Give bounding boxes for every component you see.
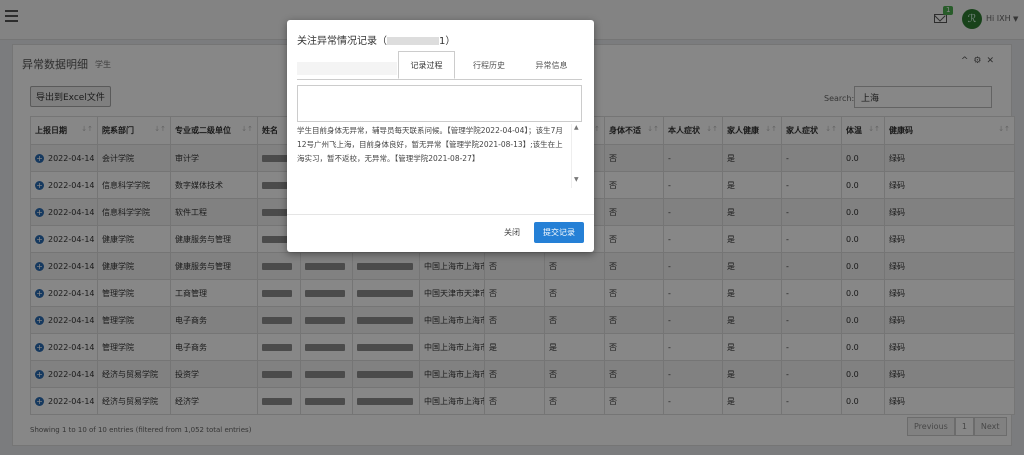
submit-record-button[interactable]: 提交记录 xyxy=(534,222,584,243)
record-history-text: 学生目前身体无异常，辅导员每天联系问候。【管理学院2022-04-04】；该生7… xyxy=(297,126,563,163)
tab-divider xyxy=(297,79,582,80)
record-textarea[interactable] xyxy=(297,85,582,122)
modal-title-suffix: 1） xyxy=(439,36,456,47)
scroll-down-icon[interactable]: ▼ xyxy=(574,176,579,183)
history-scrollbar[interactable]: ▲ ▼ xyxy=(571,124,580,188)
redacted-name xyxy=(387,37,439,45)
tab-travel-history[interactable]: 行程历史 xyxy=(459,51,519,79)
scroll-up-icon[interactable]: ▲ xyxy=(574,124,579,131)
tab-record-process[interactable]: 记录过程 xyxy=(398,51,455,79)
tab-placeholder xyxy=(297,62,397,75)
tab-abnormal-info[interactable]: 异常信息 xyxy=(523,51,580,79)
modal-title: 关注异常情况记录（ 1） xyxy=(297,32,455,47)
abnormal-record-modal: 关注异常情况记录（ 1） 记录过程 行程历史 异常信息 学生目前身体无异常，辅导员… xyxy=(287,20,594,252)
modal-footer-divider xyxy=(287,214,594,215)
modal-title-text: 关注异常情况记录（ xyxy=(297,36,387,47)
close-button[interactable]: 关闭 xyxy=(493,222,531,243)
